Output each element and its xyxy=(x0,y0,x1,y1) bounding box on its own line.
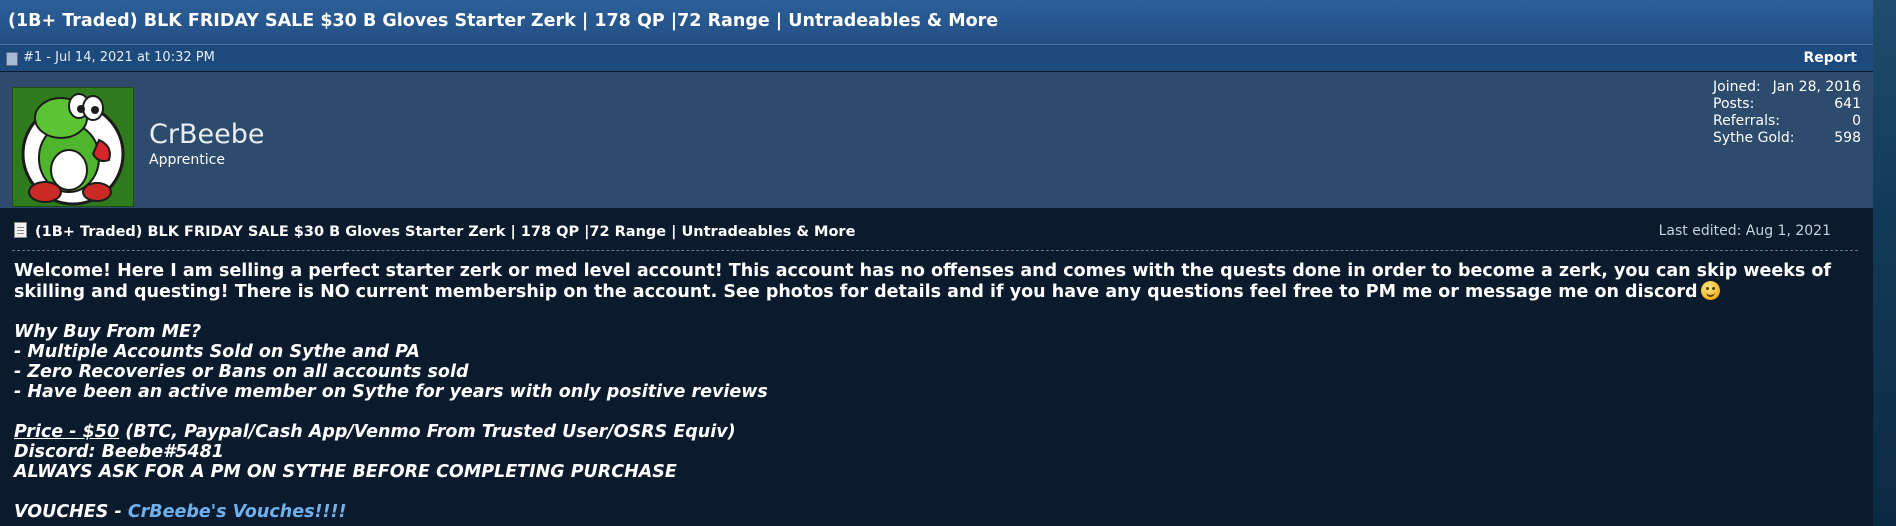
stat-value: Jan 28, 2016 xyxy=(1772,79,1861,95)
thread-container: (1B+ Traded) BLK FRIDAY SALE $30 B Glove… xyxy=(0,0,1873,526)
document-icon xyxy=(14,222,27,238)
discord-line: Discord: Beebe#5481 xyxy=(14,442,224,462)
page-background-edge xyxy=(1873,0,1896,526)
why-heading: Why Buy From ME? xyxy=(14,322,202,342)
post-intro: Welcome! Here I am selling a perfect sta… xyxy=(14,261,1864,302)
username[interactable]: CrBeebe xyxy=(149,119,264,150)
post-content-title-text: (1B+ Traded) BLK FRIDAY SALE $30 B Glove… xyxy=(35,224,856,240)
vouches-label: VOUCHES - xyxy=(14,502,128,522)
stat-sythe-gold: Sythe Gold: 598 xyxy=(1713,130,1861,147)
post-content-title: (1B+ Traded) BLK FRIDAY SALE $30 B Glove… xyxy=(14,222,855,240)
smiley-icon xyxy=(1700,281,1720,300)
stat-value: 598 xyxy=(1834,130,1861,146)
user-title: Apprentice xyxy=(149,152,225,168)
thread-title-bar: (1B+ Traded) BLK FRIDAY SALE $30 B Glove… xyxy=(0,0,1873,45)
why-item: - Have been an active member on Sythe fo… xyxy=(14,382,768,402)
last-edited: Last edited: Aug 1, 2021 xyxy=(1658,223,1831,239)
stat-value: 641 xyxy=(1834,96,1861,112)
post-divider xyxy=(12,250,1858,251)
stat-label: Referrals: xyxy=(1713,113,1780,129)
stat-label: Sythe Gold: xyxy=(1713,130,1795,146)
stat-value: 0 xyxy=(1852,113,1861,129)
stat-label: Joined: xyxy=(1713,79,1761,95)
avatar[interactable] xyxy=(12,87,134,207)
warning-line: ALWAYS ASK FOR A PM ON SYTHE BEFORE COMP… xyxy=(14,462,677,482)
why-item: - Zero Recoveries or Bans on all account… xyxy=(14,362,469,382)
vouches-line: VOUCHES - CrBeebe's Vouches!!!! xyxy=(14,502,1864,522)
report-link[interactable]: Report xyxy=(1803,50,1857,66)
user-info-bar xyxy=(0,72,1873,208)
stat-posts: Posts: 641 xyxy=(1713,96,1861,113)
post-icon xyxy=(6,52,18,66)
stat-label: Posts: xyxy=(1713,96,1755,112)
price-label: Price - $50 xyxy=(14,422,120,442)
stat-joined: Joined: Jan 28, 2016 xyxy=(1713,79,1861,96)
post-permalink[interactable]: #1 - Jul 14, 2021 at 10:32 PM xyxy=(23,50,215,65)
post-intro-text: Welcome! Here I am selling a perfect sta… xyxy=(14,261,1832,302)
stat-referrals: Referrals: 0 xyxy=(1713,113,1861,130)
thread-title: (1B+ Traded) BLK FRIDAY SALE $30 B Glove… xyxy=(8,11,999,31)
vouches-link[interactable]: CrBeebe's Vouches!!!! xyxy=(128,502,347,522)
user-stats: Joined: Jan 28, 2016 Posts: 641 Referral… xyxy=(1713,79,1861,147)
price-detail: (BTC, Paypal/Cash App/Venmo From Trusted… xyxy=(119,422,736,442)
post-body: Welcome! Here I am selling a perfect sta… xyxy=(14,261,1864,522)
post-header: #1 - Jul 14, 2021 at 10:32 PM Report xyxy=(0,45,1873,71)
why-item: - Multiple Accounts Sold on Sythe and PA xyxy=(14,342,420,362)
yoshi-avatar-icon xyxy=(13,88,133,206)
price-line: Price - $50 (BTC, Paypal/Cash App/Venmo … xyxy=(14,422,1864,442)
